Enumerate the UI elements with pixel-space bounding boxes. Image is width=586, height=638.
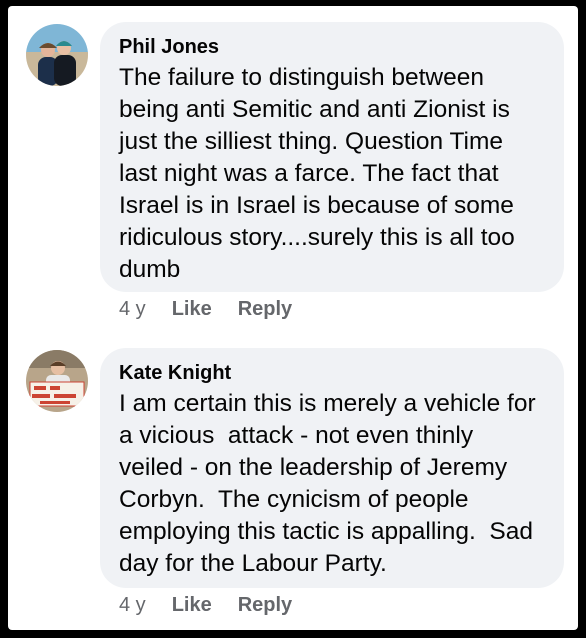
comment-actions: 4 y Like Reply bbox=[119, 594, 292, 617]
profile-photo-icon bbox=[26, 350, 88, 412]
comment-author[interactable]: Kate Knight bbox=[119, 362, 231, 385]
comment-actions: 4 y Like Reply bbox=[119, 298, 292, 321]
reply-button[interactable]: Reply bbox=[238, 594, 292, 617]
like-button[interactable]: Like bbox=[172, 594, 212, 617]
comment-author[interactable]: Phil Jones bbox=[119, 36, 219, 59]
like-button[interactable]: Like bbox=[172, 298, 212, 321]
comment-timestamp[interactable]: 4 y bbox=[119, 594, 146, 617]
comments-panel: Phil Jones The failure to distinguish be… bbox=[8, 6, 578, 630]
comment-timestamp[interactable]: 4 y bbox=[119, 298, 146, 321]
profile-photo-icon bbox=[26, 24, 88, 86]
reply-button[interactable]: Reply bbox=[238, 298, 292, 321]
comment-bubble: Kate Knight I am certain this is merely … bbox=[100, 348, 564, 588]
comment-text: I am certain this is merely a vehicle fo… bbox=[119, 390, 536, 577]
comment-bubble: Phil Jones The failure to distinguish be… bbox=[100, 22, 564, 292]
comment-text: The failure to distinguish between being… bbox=[119, 64, 515, 283]
avatar[interactable] bbox=[26, 350, 88, 412]
avatar[interactable] bbox=[26, 24, 88, 86]
